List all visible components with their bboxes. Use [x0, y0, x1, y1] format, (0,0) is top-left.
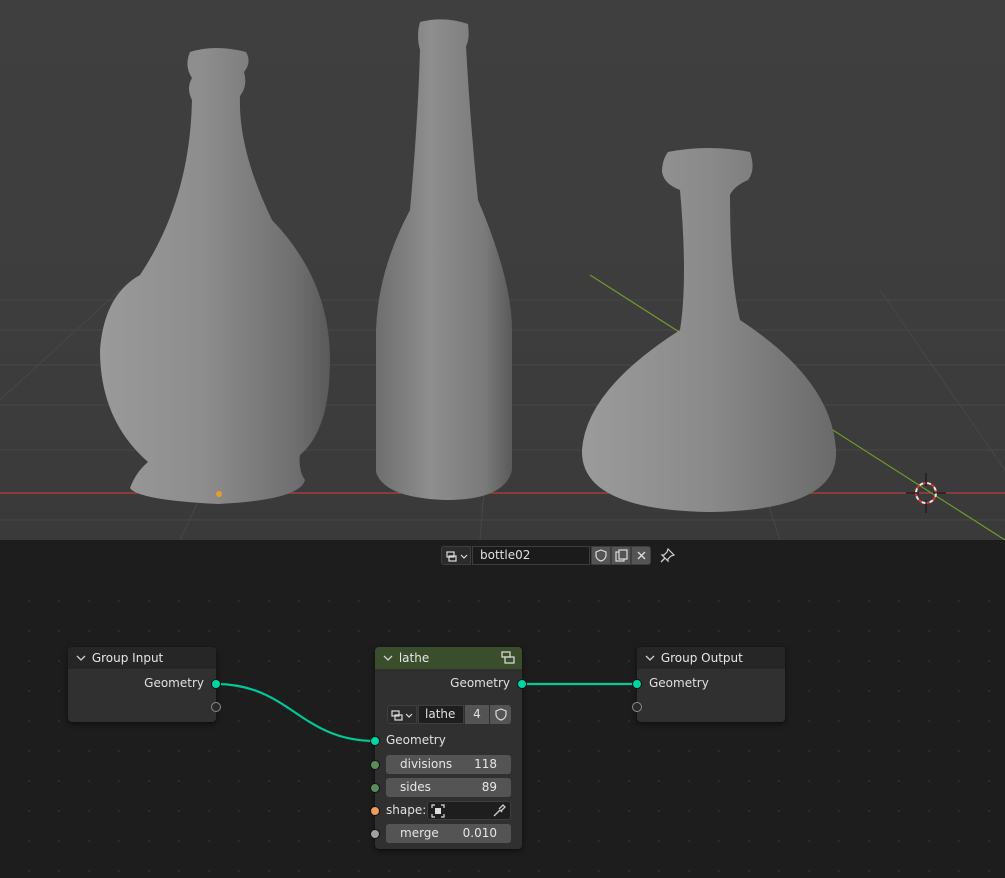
group-input-node[interactable]: Group Input Geometry — [68, 647, 221, 722]
lathe-output-geometry-label: Geometry — [450, 676, 510, 690]
lathe-title: lathe — [398, 651, 430, 665]
unlink-button[interactable] — [631, 546, 651, 565]
eyedropper-icon[interactable] — [492, 804, 506, 818]
lathe-fake-user-button[interactable] — [490, 705, 511, 724]
node-group-name-field[interactable]: bottle02 — [472, 546, 590, 565]
3d-viewport[interactable] — [0, 0, 1005, 540]
chevron-down-icon[interactable] — [76, 649, 88, 671]
group-output-header[interactable]: Group Output — [637, 647, 785, 669]
group-output-empty-socket[interactable] — [632, 702, 642, 712]
merge-value: 0.010 — [462, 826, 497, 840]
sides-socket[interactable] — [370, 783, 380, 793]
node-group-browse-button[interactable] — [441, 546, 471, 565]
object-icon — [431, 804, 445, 818]
group-input-header[interactable]: Group Input — [68, 647, 216, 669]
group-output-geometry-socket[interactable] — [632, 679, 642, 689]
link-group-input-to-lathe[interactable] — [215, 682, 376, 743]
shape-object-field[interactable] — [427, 801, 511, 820]
group-output-title: Group Output — [660, 651, 743, 665]
group-input-geometry-label: Geometry — [144, 676, 204, 690]
group-output-geometry-label: Geometry — [649, 676, 709, 690]
divisions-label: divisions — [400, 757, 453, 771]
sides-label: sides — [400, 780, 431, 794]
fake-user-shield-icon — [595, 549, 607, 562]
viewport-scene — [0, 19, 1005, 540]
lathe-output-geometry-socket[interactable] — [517, 679, 527, 689]
shape-label: shape: — [386, 803, 427, 817]
chevron-down-icon[interactable] — [383, 649, 395, 671]
divisions-socket[interactable] — [370, 760, 380, 770]
group-input-empty-socket[interactable] — [211, 702, 221, 712]
group-input-geometry-socket[interactable] — [211, 679, 221, 689]
duplicate-button[interactable] — [611, 546, 631, 565]
shape-socket[interactable] — [370, 806, 380, 816]
group-input-title: Group Input — [91, 651, 164, 665]
close-icon — [637, 551, 645, 560]
divisions-value: 118 — [474, 757, 497, 771]
bottle-tall[interactable] — [376, 19, 512, 501]
node-tree-icon — [446, 551, 468, 562]
bottle-gourd[interactable] — [100, 48, 330, 504]
lathe-group-name-field[interactable]: lathe — [418, 705, 464, 724]
merge-socket[interactable] — [370, 829, 380, 839]
lathe-group-browse-button[interactable] — [387, 705, 417, 724]
merge-field[interactable]: merge 0.010 — [386, 824, 511, 843]
merge-label: merge — [400, 826, 439, 840]
lathe-group-users-count[interactable]: 4 — [465, 705, 489, 724]
node-group-icon — [501, 651, 515, 664]
pin-button[interactable] — [658, 547, 676, 565]
object-origin-dot — [216, 491, 222, 497]
lathe-node[interactable]: lathe Geometry lathe 4 Geometry division… — [370, 647, 527, 849]
sides-field[interactable]: sides 89 — [386, 778, 511, 797]
node-tree-icon — [391, 710, 413, 721]
sides-value: 89 — [481, 780, 497, 794]
pin-icon — [660, 547, 676, 563]
duplicate-icon — [614, 549, 628, 562]
divisions-field[interactable]: divisions 118 — [386, 755, 511, 774]
lathe-input-geometry-socket[interactable] — [370, 736, 380, 746]
lathe-header[interactable]: lathe — [375, 647, 522, 669]
lathe-input-geometry-label: Geometry — [386, 733, 446, 747]
fake-user-shield-icon — [494, 708, 507, 721]
chevron-down-icon[interactable] — [645, 649, 657, 671]
group-output-node[interactable]: Group Output Geometry — [632, 647, 785, 722]
fake-user-button[interactable] — [591, 546, 611, 565]
